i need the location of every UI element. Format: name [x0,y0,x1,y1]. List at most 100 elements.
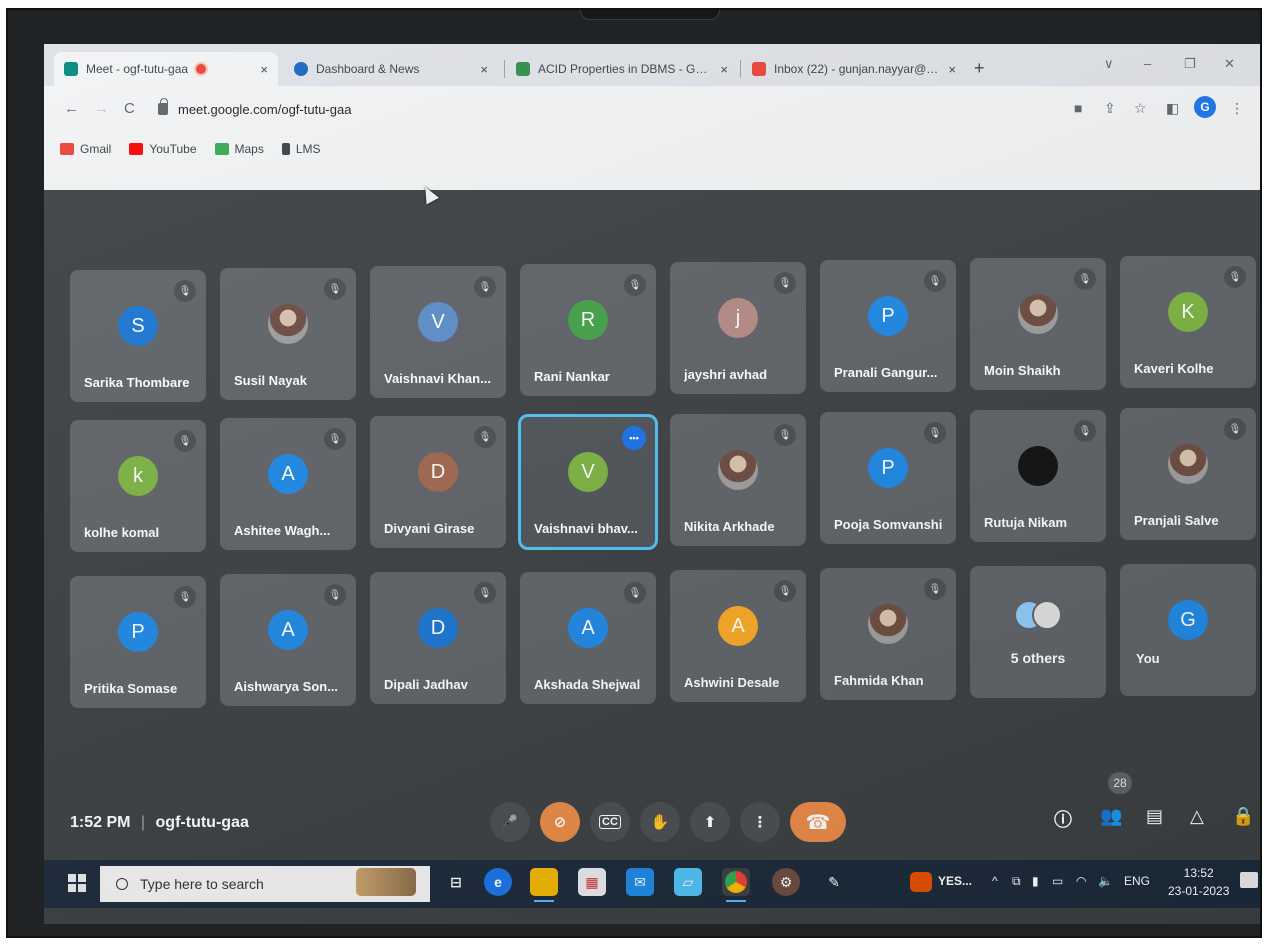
participant-tile[interactable]: 🎙 S Sarika Thombare [70,270,206,402]
new-tab-button[interactable]: + [974,58,985,79]
participant-tile[interactable]: ••• V Vaishnavi bhav... [518,414,658,550]
mic-button[interactable]: 🎤 [490,802,530,842]
news-widget-text[interactable]: YES... [938,874,972,888]
present-button[interactable]: ⬆ [690,802,730,842]
mic-muted-icon: 🎙 [324,584,346,606]
close-tab-icon[interactable]: × [720,62,728,77]
participant-tile[interactable]: 🎙 Nikita Arkhade [670,414,806,546]
close-tab-icon[interactable]: × [260,62,268,77]
mic-muted-icon: 🎙 [774,424,796,446]
battery-icon[interactable]: ▭ [1052,874,1063,888]
bookmark-lms[interactable]: LMS [281,142,321,156]
news-widget-icon[interactable] [910,872,932,892]
people-button[interactable]: 👥 [1100,806,1122,827]
browser-menu-icon[interactable]: ⋮ [1230,100,1244,117]
photo-frame: Meet - ogf-tutu-gaa × Dashboard & News ×… [6,8,1262,938]
participant-tile[interactable]: 🎙 P Pranali Gangur... [820,260,956,392]
tab-label: Meet - ogf-tutu-gaa [86,62,189,76]
tab-dashboard[interactable]: Dashboard & News × [284,52,498,86]
volume-icon[interactable]: 🔈 [1098,874,1113,888]
mail-icon[interactable]: ✉ [626,868,654,896]
language-indicator[interactable]: ENG [1124,874,1150,888]
bookmark-maps[interactable]: Maps [214,142,264,156]
participant-tile[interactable]: 🎙 A Akshada Shejwal [520,572,656,704]
taskbar-clock[interactable]: 13:52 23-01-2023 [1168,864,1229,900]
chat-button[interactable]: ▤ [1146,806,1163,827]
participant-avatar: P [868,448,908,488]
leave-call-button[interactable]: ☎ [790,802,846,842]
participant-tile[interactable]: 🎙 K Kaveri Kolhe [1120,256,1256,388]
bookmark-star-icon[interactable]: ☆ [1134,100,1147,117]
participant-avatar [268,304,308,344]
wifi-icon[interactable]: ◠ [1076,874,1086,888]
participant-tile[interactable]: 🎙 Fahmida Khan [820,568,956,700]
participant-name: Aishwarya Son... [234,679,339,694]
captions-button[interactable]: CC [590,802,630,842]
participant-tile[interactable]: 🎙 Rutuja Nikam [970,410,1106,542]
close-tab-icon[interactable]: × [948,62,956,77]
activities-button[interactable]: △ [1190,806,1204,827]
close-tab-icon[interactable]: × [480,62,488,77]
forward-arrow-icon[interactable]: → [94,100,109,117]
meet-tray-icon[interactable]: ⧉ [1012,874,1021,889]
back-arrow-icon[interactable]: ← [64,100,79,117]
chrome-icon[interactable] [722,868,750,902]
paint-app-icon[interactable]: ✎ [820,868,848,896]
tab-gmail[interactable]: Inbox (22) - gunjan.nayyar@anu × [742,52,966,86]
participant-tile[interactable]: 🎙 A Ashitee Wagh... [220,418,356,550]
participant-tile[interactable]: 🎙 Moin Shaikh [970,258,1106,390]
close-window-button[interactable]: ✕ [1224,56,1235,72]
participant-tile[interactable]: 🎙 D Dipali Jadhav [370,572,506,704]
file-explorer-icon[interactable] [530,868,558,902]
participant-tile[interactable]: 🎙 V Vaishnavi Khan... [370,266,506,398]
task-view-icon[interactable]: ⊟ [442,868,470,896]
tab-search-icon[interactable]: ∨ [1104,56,1114,72]
participant-tile[interactable]: G You [1120,564,1256,696]
participant-tile[interactable]: 🎙 P Pooja Somvanshi [820,412,956,544]
bookmark-youtube[interactable]: YouTube [129,142,197,156]
participant-tile[interactable]: 5 others [970,566,1106,698]
profile-avatar[interactable]: G [1194,96,1216,118]
side-panel-icon[interactable]: ◧ [1166,100,1179,117]
settings-app-icon[interactable]: ⚙ [772,868,800,896]
mic-muted-icon: 🎙 [924,578,946,600]
notification-center-icon[interactable] [1240,872,1258,888]
meeting-info-button[interactable]: ⓘ [1054,806,1072,832]
windows-start-icon[interactable] [68,874,86,892]
participant-name: Rani Nankar [534,369,610,384]
participant-tile[interactable]: 🎙 k kolhe komal [70,420,206,552]
participant-tile[interactable]: 🎙 A Aishwarya Son... [220,574,356,706]
participant-tile[interactable]: 🎙 j jayshri avhad [670,262,806,394]
participant-name: Vaishnavi bhav... [534,521,638,536]
notes-app-icon[interactable]: ▱ [674,868,702,896]
participant-tile[interactable]: 🎙 Pranjali Salve [1120,408,1256,540]
participant-tile[interactable]: 🎙 A Ashwini Desale [670,570,806,702]
tab-meet[interactable]: Meet - ogf-tutu-gaa × [54,52,278,86]
lms-icon [281,143,290,155]
participant-tile[interactable]: 🎙 P Pritika Somase [70,576,206,708]
edge-icon[interactable]: e [484,868,512,896]
participant-avatar: D [418,608,458,648]
mic-tray-icon[interactable]: ▮ [1032,874,1039,888]
raise-hand-button[interactable]: ✋ [640,802,680,842]
tray-chevron-icon[interactable]: ^ [992,874,998,888]
address-bar[interactable]: meet.google.com/ogf-tutu-gaa [150,94,1050,124]
participant-tile[interactable]: 🎙 R Rani Nankar [520,264,656,396]
share-icon[interactable]: ⇪ [1104,100,1116,117]
bookmark-gmail[interactable]: Gmail [60,142,111,156]
camera-in-use-icon[interactable]: ■ [1074,100,1082,116]
restore-button[interactable]: ❐ [1184,56,1196,72]
url-text: meet.google.com/ogf-tutu-gaa [178,101,352,117]
participant-tile[interactable]: 🎙 D Divyani Girase [370,416,506,548]
bookmark-label: Gmail [80,142,112,156]
tab-geeks[interactable]: ACID Properties in DBMS - Geek × [506,52,738,86]
minimize-button[interactable]: – [1144,56,1151,71]
host-controls-button[interactable]: 🔒 [1232,806,1254,827]
store-icon[interactable]: ▦ [578,868,606,896]
participant-name: Divyani Girase [384,521,475,536]
reload-icon[interactable]: C [124,100,135,117]
participant-tile[interactable]: 🎙 Susil Nayak [220,268,356,400]
camera-toggle-button[interactable]: ⊘ [540,802,580,842]
tile-options-icon[interactable]: ••• [622,426,646,450]
more-options-button[interactable]: ⋮ [740,802,780,842]
